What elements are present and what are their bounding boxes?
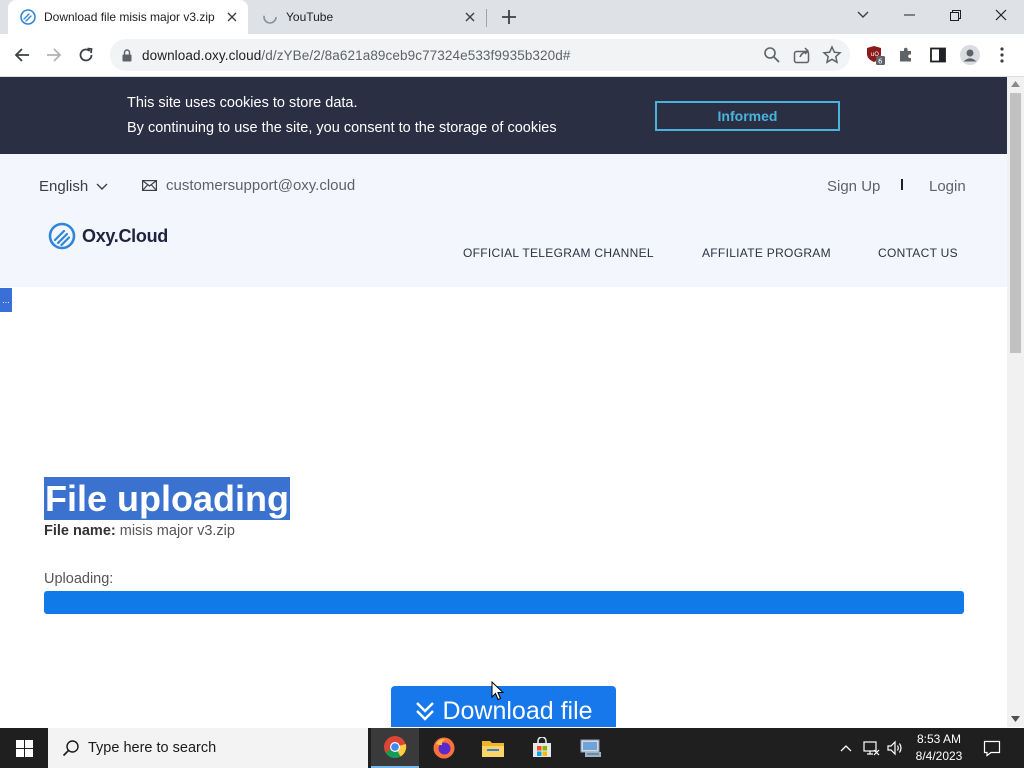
network-app-taskbar-icon[interactable] [567,728,615,768]
search-placeholder: Type here to search [88,740,217,756]
bookmark-star-icon[interactable] [822,45,842,65]
support-email-link[interactable]: customersupport@oxy.cloud [142,177,355,194]
oxy-cloud-logo-icon [48,222,76,250]
profile-avatar-icon[interactable] [958,43,982,67]
new-tab-plus-icon[interactable] [500,8,518,26]
cookie-text-line2: By continuing to use the site, you conse… [127,120,557,136]
file-explorer-taskbar-icon[interactable] [469,728,517,768]
tab-title: Download file misis major v3.zip [44,10,215,24]
url-path: /d/zYBe/2/8a621a89ceb9c77324e533f9935b32… [261,47,571,63]
taskbar-search-box[interactable]: Type here to search [48,728,368,768]
url-text[interactable]: download.oxy.cloud/d/zYBe/2/8a621a89ceb9… [142,48,570,63]
volume-speaker-icon[interactable] [884,728,906,768]
tab-strip: Download file misis major v3.zip YouTube [0,0,1024,34]
logo-text: Oxy.Cloud [82,225,168,246]
upload-progress-bar [44,591,964,614]
cookie-banner: This site uses cookies to store data. By… [0,77,1007,154]
side-widget-tab[interactable]: ... [0,288,12,312]
envelope-icon [142,180,157,191]
sign-up-link[interactable]: Sign Up [827,178,880,195]
address-bar[interactable]: download.oxy.cloud/d/zYBe/2/8a621a89ceb9… [110,39,850,71]
network-status-icon[interactable] [860,728,882,768]
auth-divider [901,179,903,190]
page-scrollbar[interactable] [1007,77,1024,727]
clock-date: 8/4/2023 [915,749,963,763]
oxy-cloud-logo[interactable]: Oxy.Cloud [48,222,168,250]
loading-favicon-icon [262,9,278,25]
back-arrow-icon[interactable] [10,43,34,67]
share-icon[interactable] [792,45,812,65]
nav-affiliate-program[interactable]: AFFILIATE PROGRAM [702,246,831,260]
file-name-value: misis major v3.zip [119,523,235,539]
support-email-text: customersupport@oxy.cloud [166,177,356,194]
windows-taskbar: Type here to search 8:53 AM 8/4/2023 [0,728,1024,768]
search-icon [62,740,79,757]
download-file-label: Download file [442,696,593,725]
side-panel-icon[interactable] [926,43,950,67]
ublock-extension-icon[interactable]: uO 6 [864,43,888,67]
windows-start-icon[interactable] [0,728,48,768]
file-name-label: File name: [44,523,116,539]
nav-telegram-channel[interactable]: OFFICIAL TELEGRAM CHANNEL [463,246,654,260]
minimize-icon[interactable] [886,0,932,30]
file-name-row: File name: misis major v3.zip [44,523,235,539]
reload-icon[interactable] [74,43,98,67]
mouse-pointer-icon [491,681,505,701]
upload-progress-fill [44,591,964,614]
restore-icon[interactable] [932,0,978,30]
lock-icon[interactable] [122,48,132,62]
zoom-search-icon[interactable] [762,45,782,65]
tab-divider [486,9,487,27]
language-label: English [39,178,89,195]
uploading-label: Uploading: [44,571,114,587]
microsoft-store-taskbar-icon[interactable] [518,728,566,768]
clock-time: 8:53 AM [916,732,962,746]
chevron-down-icon [96,183,108,191]
browser-toolbar: download.oxy.cloud/d/zYBe/2/8a621a89ceb9… [0,34,1024,77]
nav-contact-us[interactable]: CONTACT US [878,246,958,260]
double-chevron-down-icon [414,700,436,722]
system-clock[interactable]: 8:53 AM 8/4/2023 [906,731,972,765]
site-header: English customersupport@oxy.cloud Sign U… [0,154,1007,287]
page-title: File uploading [44,477,290,520]
tab-download-file[interactable]: Download file misis major v3.zip [8,0,248,34]
notifications-icon[interactable] [978,728,1006,768]
tab-title: YouTube [286,10,334,24]
login-link[interactable]: Login [929,178,966,195]
extensions-puzzle-icon[interactable] [894,43,918,67]
chrome-menu-kebab-icon[interactable] [990,43,1014,67]
tab-search-chevron-icon[interactable] [840,0,886,30]
show-hidden-icons-chevron-icon[interactable] [836,728,856,768]
language-selector[interactable]: English [39,178,108,195]
tab-youtube[interactable]: YouTube [250,0,486,34]
close-window-icon[interactable] [978,0,1024,30]
chrome-taskbar-icon[interactable] [371,728,419,768]
cookie-text-line1: This site uses cookies to store data. [127,95,358,111]
url-host: download.oxy.cloud [142,47,262,63]
informed-button[interactable]: Informed [655,101,840,131]
close-tab-icon[interactable] [224,9,240,25]
scrollbar-thumb[interactable] [1010,93,1021,353]
close-tab-icon[interactable] [462,9,478,25]
web-page: This site uses cookies to store data. By… [0,77,1007,727]
forward-arrow-icon[interactable] [42,43,66,67]
oxy-cloud-favicon-icon [20,9,36,25]
svg-text:6: 6 [878,58,883,66]
firefox-taskbar-icon[interactable] [420,728,468,768]
